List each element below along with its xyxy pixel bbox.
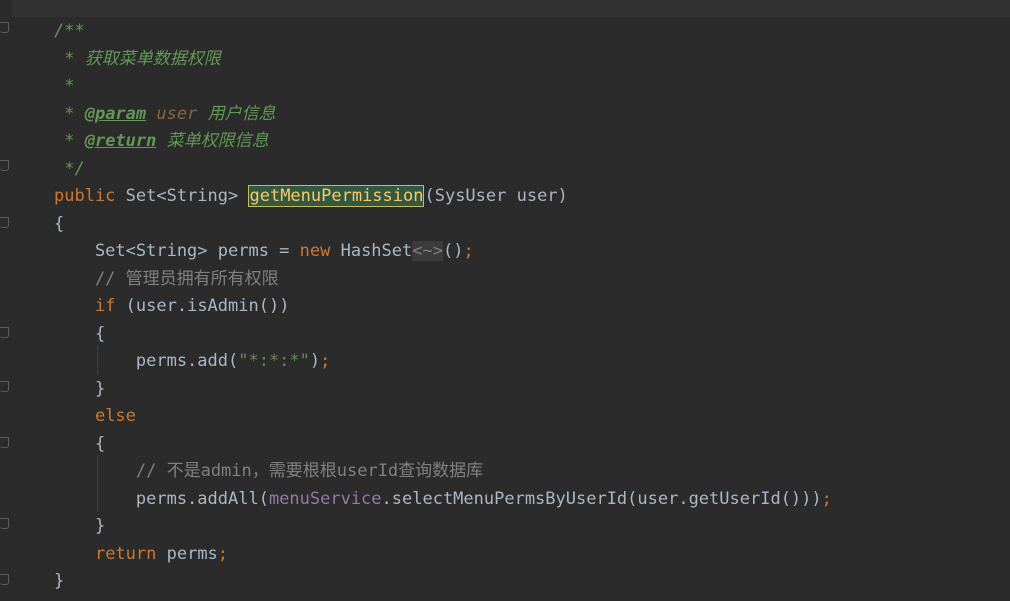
code-line[interactable]: } — [54, 515, 105, 537]
code-token: Set<String> — [115, 186, 249, 206]
code-token: // 不是admin，需要根根userId查询数据库 — [54, 461, 484, 481]
code-line[interactable]: // 不是admin，需要根根userId查询数据库 — [54, 460, 483, 482]
code-token: perms.add( — [54, 351, 239, 371]
code-token: new — [299, 241, 331, 261]
code-token: } — [54, 571, 65, 591]
code-line[interactable]: */ — [54, 158, 85, 180]
code-line[interactable]: return perms; — [54, 543, 228, 565]
code-token: user — [156, 104, 198, 124]
highlighted-method-name: getMenuPermission — [248, 185, 425, 207]
code-token: // 管理员拥有所有权限 — [54, 269, 279, 289]
code-token: 用户信息 — [197, 104, 276, 124]
code-token: { — [54, 214, 65, 234]
code-line[interactable]: perms.addAll(menuService.selectMenuPerms… — [54, 488, 832, 510]
code-token: */ — [54, 159, 85, 179]
code-token: ; — [821, 489, 832, 509]
code-token: ) — [309, 351, 321, 371]
code-line[interactable]: perms.add("*:*:*"); — [54, 350, 331, 372]
code-token: { — [54, 434, 106, 454]
code-token: } — [54, 516, 106, 536]
code-token: "*:*:*" — [238, 351, 310, 371]
code-token: return — [94, 544, 157, 564]
code-token: (SysUser user) — [424, 186, 568, 206]
code-line[interactable]: { — [54, 433, 105, 455]
code-token: Set<String> perms = — [54, 241, 300, 261]
code-token: } — [54, 379, 106, 399]
code-line[interactable]: if (user.isAdmin()) — [54, 295, 289, 317]
code-token: { — [54, 324, 106, 344]
code-token: if — [94, 296, 116, 316]
code-token: () — [442, 241, 464, 261]
code-line[interactable]: * — [54, 75, 74, 97]
code-token: 菜单权限信息 — [156, 131, 269, 151]
code-token: <~> — [412, 241, 443, 261]
code-token: perms.addAll( — [54, 489, 269, 509]
code-line[interactable]: } — [54, 378, 105, 400]
code-editor[interactable]: /** * 获取菜单数据权限 * * @param user 用户信息 * @r… — [0, 0, 1010, 601]
code-token: * — [54, 104, 85, 124]
code-token: ; — [217, 544, 229, 564]
code-line[interactable]: * @return 菜单权限信息 — [54, 130, 269, 152]
code-token: else — [94, 406, 136, 426]
code-line[interactable]: // 管理员拥有所有权限 — [54, 268, 279, 290]
code-token: * — [54, 76, 75, 96]
code-token: HashSet — [330, 241, 413, 261]
code-line[interactable]: * 获取菜单数据权限 — [54, 48, 221, 70]
code-line[interactable]: /** — [54, 20, 85, 42]
code-token: @param — [84, 104, 147, 124]
code-line[interactable]: { — [54, 323, 105, 345]
code-line[interactable]: * @param user 用户信息 — [54, 103, 276, 125]
code-token: @return — [84, 131, 157, 151]
code-line[interactable]: public Set<String> getMenuPermission(Sys… — [54, 185, 568, 207]
code-token: ; — [463, 241, 474, 261]
code-line[interactable]: } — [54, 570, 64, 592]
code-token: menuService — [268, 489, 382, 509]
code-line[interactable]: else — [54, 405, 136, 427]
code-token: * 获取菜单数据权限 — [54, 49, 221, 69]
code-line[interactable]: Set<String> perms = new HashSet<~>(); — [54, 240, 474, 262]
code-line[interactable]: { — [54, 213, 64, 235]
code-token: (user.isAdmin()) — [115, 296, 290, 316]
code-token: .selectMenuPermsByUserId(user.getUserId(… — [381, 489, 822, 509]
code-token: public — [54, 186, 116, 206]
code-token: /** — [54, 21, 85, 41]
code-token: * — [54, 131, 85, 151]
code-token: ; — [320, 351, 331, 371]
code-token: perms — [156, 544, 218, 564]
